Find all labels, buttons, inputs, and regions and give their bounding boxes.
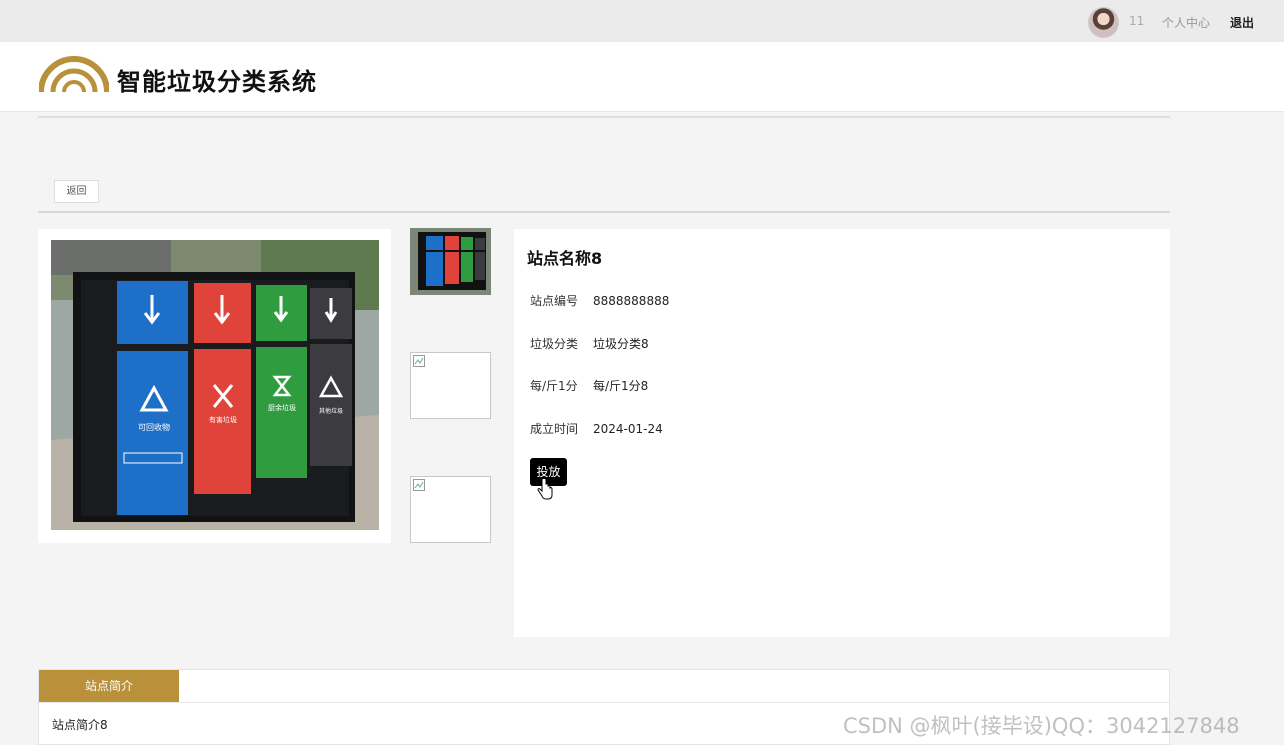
field-row: 站点编号 8888888888: [530, 292, 669, 309]
tab-station-intro[interactable]: 站点简介: [39, 670, 179, 702]
site-title: 智能垃圾分类系统: [117, 68, 317, 96]
main-image-frame: 可回收物 有害垃圾 厨余垃圾 其他垃圾: [38, 229, 391, 543]
field-label: 成立时间: [530, 422, 579, 436]
field-value: 每/斤1分8: [593, 379, 649, 393]
station-name: 站点名称8: [527, 249, 603, 268]
thumbnail-2[interactable]: [410, 352, 491, 419]
field-label: 每/斤1分: [530, 379, 578, 393]
field-value: 垃圾分类8: [593, 337, 649, 351]
username[interactable]: 11: [1129, 14, 1144, 28]
thumbnail-1[interactable]: [410, 228, 491, 295]
station-info-panel: 站点名称8 站点编号 8888888888 垃圾分类 垃圾分类8 每/斤1分 每/斤1…: [514, 229, 1170, 637]
site-header: 智能垃圾分类系统: [0, 42, 1284, 112]
field-value: 2024-01-24: [593, 422, 663, 436]
field-value: 8888888888: [593, 294, 670, 308]
thumbnail-photo: [410, 228, 491, 295]
logout-link[interactable]: 退出: [1230, 14, 1254, 31]
field-label: 垃圾分类: [530, 337, 579, 351]
hand-cursor-icon: [537, 479, 553, 500]
avatar[interactable]: [1088, 7, 1119, 38]
user-center-link[interactable]: 个人中心: [1162, 14, 1210, 31]
divider: [39, 702, 1169, 703]
top-bar: 11 个人中心 退出: [0, 0, 1284, 42]
svg-text:其他垃圾: 其他垃圾: [319, 407, 343, 415]
thumbnail-3[interactable]: [410, 476, 491, 543]
back-button[interactable]: 返回: [54, 180, 99, 203]
description-text: 站点简介8: [52, 718, 108, 732]
svg-text:可回收物: 可回收物: [138, 422, 170, 432]
field-row: 每/斤1分 每/斤1分8: [530, 377, 648, 394]
svg-text:厨余垃圾: 厨余垃圾: [268, 403, 296, 412]
watermark: CSDN @枫叶(接毕设)QQ：3042127848: [843, 714, 1240, 738]
divider: [38, 116, 1170, 118]
broken-image-icon: [413, 479, 425, 491]
broken-image-icon: [413, 355, 425, 367]
field-label: 站点编号: [530, 294, 579, 308]
svg-text:有害垃圾: 有害垃圾: [209, 415, 237, 424]
logo-icon: [39, 56, 109, 93]
divider: [38, 211, 1170, 213]
field-row: 成立时间 2024-01-24: [530, 420, 663, 437]
field-row: 垃圾分类 垃圾分类8: [530, 335, 649, 352]
station-photo: 可回收物 有害垃圾 厨余垃圾 其他垃圾: [51, 240, 379, 530]
